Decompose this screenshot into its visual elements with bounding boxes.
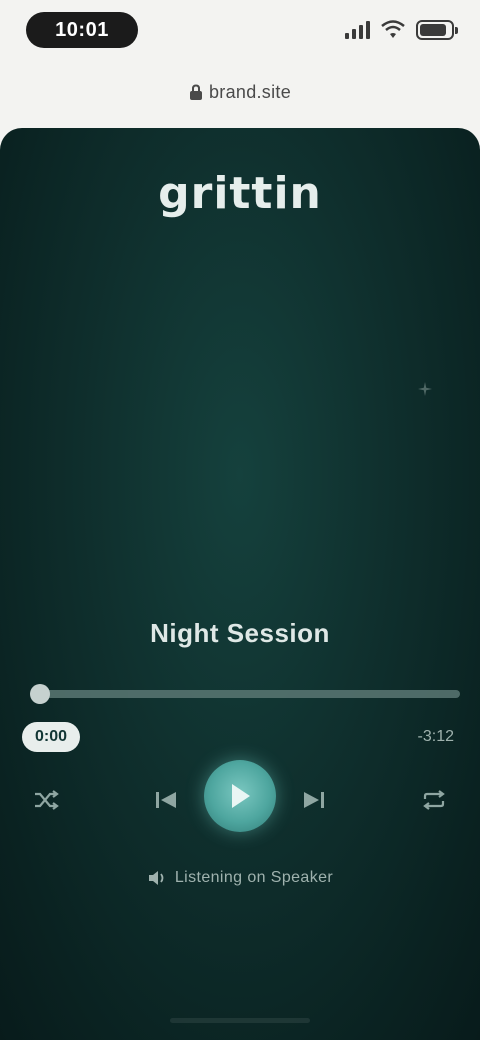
playback-controls xyxy=(0,756,480,840)
shuffle-icon xyxy=(35,790,59,810)
previous-icon xyxy=(156,792,176,808)
sparkle-icon xyxy=(418,382,432,396)
home-indicator xyxy=(170,1018,310,1023)
next-button[interactable] xyxy=(294,780,334,820)
battery-icon xyxy=(416,20,458,40)
shuffle-button[interactable] xyxy=(26,780,66,820)
progress-knob[interactable] xyxy=(30,684,50,704)
status-time: 10:01 xyxy=(26,12,138,48)
brand-logo: grittin xyxy=(158,168,322,219)
remaining-time: -3:12 xyxy=(417,728,454,745)
speaker-icon xyxy=(147,868,167,888)
device-label: Listening on Speaker xyxy=(174,869,334,886)
repeat-icon xyxy=(423,790,445,810)
wifi-icon xyxy=(380,20,406,40)
address-text: brand.site xyxy=(208,82,292,102)
play-icon xyxy=(232,784,250,808)
battery-fill xyxy=(420,24,446,36)
signal-icon xyxy=(345,21,370,39)
play-button[interactable] xyxy=(204,760,276,832)
repeat-button[interactable] xyxy=(414,780,454,820)
status-bar: 10:01 xyxy=(0,0,480,62)
lock-icon xyxy=(189,84,203,100)
elapsed-time: 0:00 xyxy=(22,722,80,752)
previous-button[interactable] xyxy=(146,780,186,820)
status-icons xyxy=(345,18,458,42)
next-icon xyxy=(304,792,324,808)
music-player: grittin Night Session 0:00 -3:12 Listeni… xyxy=(0,128,480,1040)
address-bar[interactable]: brand.site xyxy=(0,62,480,128)
track-title: Night Session xyxy=(150,618,330,648)
progress-bar[interactable] xyxy=(30,684,460,704)
output-device[interactable]: Listening on Speaker xyxy=(0,866,480,890)
